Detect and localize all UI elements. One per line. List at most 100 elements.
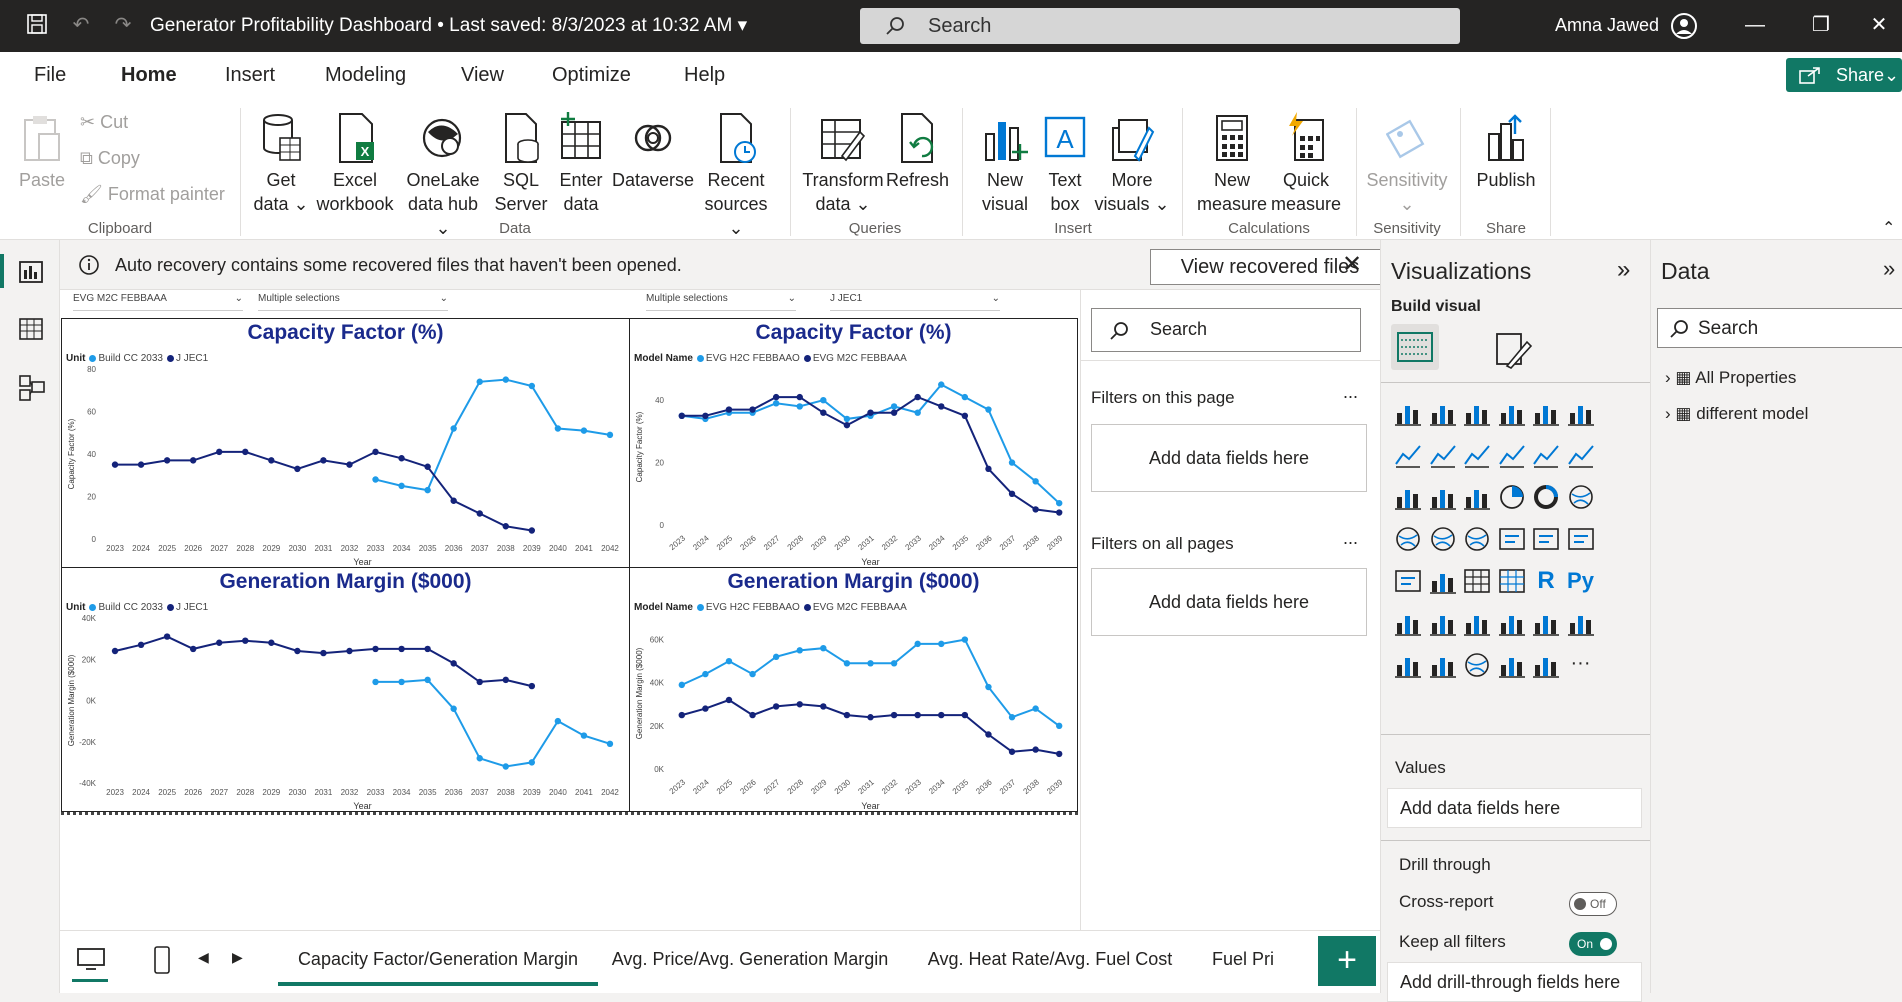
data-point[interactable] <box>985 731 992 738</box>
data-point[interactable] <box>843 660 851 667</box>
data-point[interactable] <box>268 457 275 464</box>
data-point[interactable] <box>450 425 457 432</box>
data-point[interactable] <box>796 701 803 708</box>
table-view-icon[interactable] <box>18 316 44 342</box>
capacity-factor-unit-chart[interactable]: Capacity Factor (%) Unit Build CC 2033 J J… <box>61 318 630 568</box>
treemap-icon[interactable] <box>1566 482 1596 512</box>
data-point[interactable] <box>938 381 945 388</box>
data-point[interactable] <box>476 510 483 517</box>
menu-help[interactable]: Help <box>684 64 725 87</box>
data-point[interactable] <box>772 400 780 407</box>
new-measure-button[interactable]: New measure <box>1192 112 1272 216</box>
data-point[interactable] <box>528 682 536 690</box>
more-visuals-icon[interactable]: ··· <box>1566 650 1596 680</box>
metrics-icon[interactable] <box>1393 650 1423 680</box>
data-point[interactable] <box>320 649 327 657</box>
data-point[interactable] <box>163 633 171 640</box>
data-point[interactable] <box>938 711 945 719</box>
card-icon[interactable] <box>1531 524 1561 554</box>
text-box-button[interactable]: A Text box <box>1036 112 1094 216</box>
clustered-bar-icon[interactable] <box>1462 398 1492 428</box>
menu-file[interactable]: File <box>34 64 66 87</box>
get-data-button[interactable]: Get data ⌄ <box>250 112 312 216</box>
data-point[interactable] <box>580 427 588 434</box>
arcgis-map-icon[interactable] <box>1462 650 1492 680</box>
data-point[interactable] <box>772 393 780 401</box>
publish-button[interactable]: Publish <box>1470 112 1542 192</box>
data-point[interactable] <box>476 678 483 686</box>
data-point[interactable] <box>961 711 969 719</box>
matrix-icon[interactable] <box>1497 566 1527 596</box>
decomposition-tree-icon[interactable] <box>1428 608 1458 638</box>
data-point[interactable] <box>189 457 197 464</box>
slicer-model-selections[interactable]: Multiple selections ⌄ <box>646 293 796 311</box>
data-point[interactable] <box>961 412 969 419</box>
stacked-area-icon[interactable] <box>1462 440 1492 470</box>
stacked-bar-100-icon[interactable] <box>1531 398 1561 428</box>
power-automate-flow-icon[interactable] <box>1531 650 1561 680</box>
data-point[interactable] <box>820 409 827 416</box>
menu-insert[interactable]: Insert <box>225 64 275 87</box>
data-point[interactable] <box>843 711 851 719</box>
data-point[interactable] <box>1032 705 1039 712</box>
data-point[interactable] <box>502 763 509 770</box>
data-point[interactable] <box>702 670 709 678</box>
data-point[interactable] <box>985 406 992 413</box>
data-point[interactable] <box>502 676 509 684</box>
clustered-column-icon[interactable] <box>1497 398 1527 428</box>
data-point[interactable] <box>450 705 457 712</box>
map-icon[interactable] <box>1393 524 1423 554</box>
slicer-model[interactable]: EVG M2C FEBBAAA ⌄ <box>73 293 243 311</box>
data-point[interactable] <box>424 676 431 684</box>
data-point[interactable] <box>985 683 992 691</box>
data-point[interactable] <box>843 415 851 423</box>
data-point[interactable] <box>938 640 945 648</box>
more-options-icon[interactable]: ... <box>1343 528 1358 549</box>
data-point[interactable] <box>424 463 431 470</box>
data-point[interactable] <box>1056 499 1063 507</box>
data-point[interactable] <box>890 660 898 667</box>
r-visual-icon[interactable]: R <box>1531 566 1561 596</box>
data-point[interactable] <box>580 732 588 739</box>
data-point[interactable] <box>320 457 327 464</box>
close-icon[interactable]: ✕ <box>1866 12 1892 38</box>
data-point[interactable] <box>372 678 379 686</box>
data-point[interactable] <box>1056 509 1063 516</box>
save-icon[interactable] <box>24 12 50 38</box>
data-point[interactable] <box>796 393 803 401</box>
avatar-icon[interactable] <box>1670 12 1697 39</box>
data-point[interactable] <box>914 640 921 648</box>
quick-measure-button[interactable]: Quick measure <box>1266 112 1346 216</box>
qa-icon[interactable] <box>1462 608 1492 638</box>
paginated-report-icon[interactable] <box>1531 608 1561 638</box>
add-page-button[interactable]: + <box>1318 936 1376 986</box>
minimize-icon[interactable]: — <box>1742 12 1768 38</box>
data-point[interactable] <box>398 455 405 462</box>
line-clustered-column-icon[interactable] <box>1531 440 1561 470</box>
data-point[interactable] <box>1008 490 1016 497</box>
drill-through-drop[interactable]: Add drill-through fields here <box>1387 962 1642 1002</box>
data-point[interactable] <box>1056 750 1063 758</box>
stacked-column-icon[interactable] <box>1428 398 1458 428</box>
data-point[interactable] <box>772 703 780 710</box>
data-point[interactable] <box>678 681 685 689</box>
data-point[interactable] <box>914 409 921 416</box>
data-point[interactable] <box>346 461 353 468</box>
data-point[interactable] <box>1008 748 1016 755</box>
data-point[interactable] <box>424 486 431 494</box>
tab-capacity-factor-generation-margin[interactable]: Capacity Factor/Generation Margin <box>278 931 598 986</box>
redo-icon[interactable]: ↷ <box>110 12 136 38</box>
menu-home[interactable]: Home <box>121 64 177 87</box>
top-search-box[interactable]: Search <box>860 8 1460 44</box>
data-point[interactable] <box>938 403 945 410</box>
menu-view[interactable]: View <box>461 64 504 87</box>
data-point[interactable] <box>216 448 223 456</box>
table-icon[interactable] <box>1462 566 1492 596</box>
data-point[interactable] <box>961 636 969 643</box>
data-point[interactable] <box>372 476 379 483</box>
data-point[interactable] <box>216 639 223 646</box>
area-chart-icon[interactable] <box>1428 440 1458 470</box>
filled-map-icon[interactable] <box>1428 524 1458 554</box>
data-point[interactable] <box>1032 478 1039 485</box>
data-point[interactable] <box>867 714 874 721</box>
